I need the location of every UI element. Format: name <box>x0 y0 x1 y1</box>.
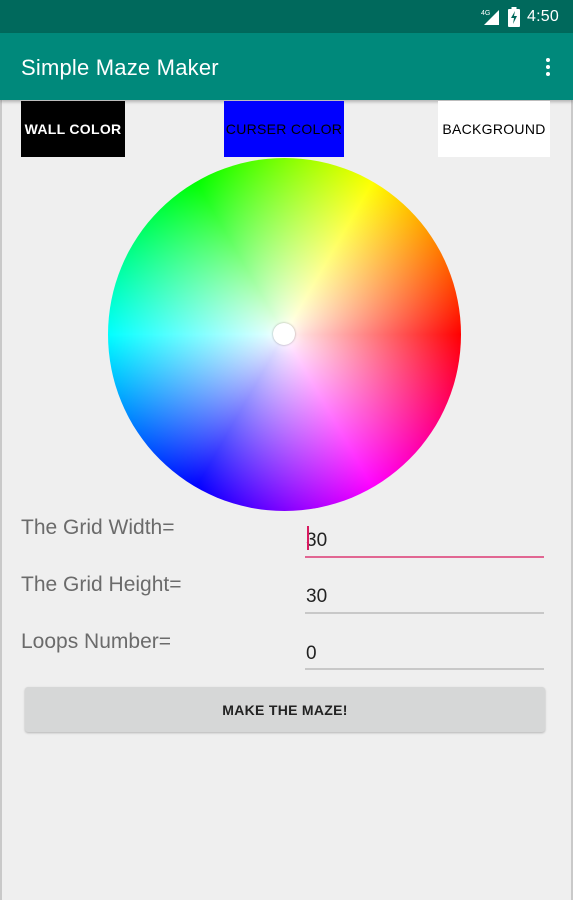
signal-icon: 4G <box>481 10 500 25</box>
app-title: Simple Maze Maker <box>21 55 219 80</box>
text-caret <box>307 526 309 550</box>
background-color-button[interactable]: BACKGROUND <box>438 101 550 157</box>
status-icons: 4G 4:50 <box>481 7 559 27</box>
status-time: 4:50 <box>527 8 559 25</box>
network-type-label: 4G <box>481 10 490 17</box>
more-vert-icon[interactable] <box>543 55 553 79</box>
grid-height-input[interactable] <box>305 581 543 613</box>
grid-width-label: The Grid Width= <box>21 516 175 539</box>
loops-input[interactable] <box>305 638 543 670</box>
app-bar: Simple Maze Maker <box>0 33 573 100</box>
battery-icon <box>508 7 521 27</box>
wall-color-button[interactable]: WALL COLOR <box>21 101 125 157</box>
grid-width-underline <box>305 556 544 558</box>
loops-underline <box>305 668 544 670</box>
color-wheel-selector[interactable] <box>273 323 295 345</box>
grid-height-label: The Grid Height= <box>21 573 182 596</box>
grid-height-underline <box>305 612 544 614</box>
status-bar: 4G 4:50 <box>0 0 573 33</box>
screen-edge-left <box>0 0 2 900</box>
make-maze-button[interactable]: MAKE THE MAZE! <box>25 687 545 732</box>
color-wheel[interactable] <box>108 158 461 511</box>
loops-label: Loops Number= <box>21 630 172 653</box>
curser-color-button[interactable]: CURSER COLOR <box>224 101 344 157</box>
app-screen: 4G 4:50 Simple Maze Maker WALL COLOR CUR… <box>0 0 573 900</box>
grid-width-input[interactable] <box>305 525 543 557</box>
